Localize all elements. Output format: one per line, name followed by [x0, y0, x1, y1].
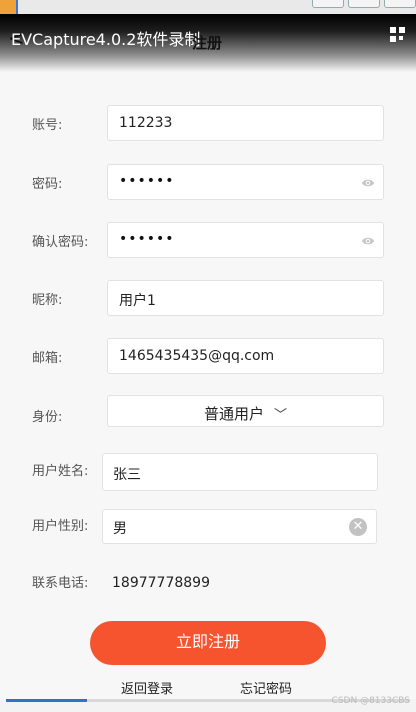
password-input[interactable]: ••••••	[107, 164, 384, 200]
back-to-login-link[interactable]: 返回登录	[121, 678, 173, 697]
user-name-row: 用户姓名: 张三	[0, 453, 416, 491]
email-input[interactable]: 1465435435@qq.com	[107, 338, 384, 374]
menu-grid-icon[interactable]	[390, 27, 406, 43]
nickname-row: 昵称: 用户1	[0, 280, 416, 316]
clear-icon[interactable]: ✕	[349, 518, 367, 536]
phone-value[interactable]: 18977778899	[112, 575, 210, 591]
recording-overlay-title: EVCapture4.0.2软件录制	[11, 30, 201, 49]
close-window-button[interactable]	[384, 0, 416, 8]
password-value: ••••••	[119, 173, 175, 189]
window-controls	[312, 0, 416, 8]
maximize-button[interactable]	[348, 0, 380, 8]
app-icon	[0, 0, 18, 14]
account-value: 112233	[119, 115, 173, 131]
watermark: CSDN @8133CBS	[331, 696, 410, 706]
gender-row: 用户性别: 男 ✕	[0, 509, 416, 545]
nickname-input[interactable]: 用户1	[107, 280, 384, 316]
identity-value: 普通用户	[203, 405, 264, 423]
user-name-input[interactable]: 张三	[102, 453, 378, 491]
confirm-password-row: 确认密码: ••••••	[0, 222, 416, 258]
nickname-label: 昵称:	[32, 293, 63, 308]
email-row: 邮箱: 1465435435@qq.com	[0, 338, 416, 374]
forgot-password-link[interactable]: 忘记密码	[240, 678, 292, 697]
confirm-password-label: 确认密码:	[32, 235, 89, 250]
confirm-password-input[interactable]: ••••••	[107, 222, 384, 258]
phone-row: 联系电话: 18977778899	[0, 565, 416, 601]
nickname-value: 用户1	[119, 293, 156, 309]
gender-label: 用户性别:	[32, 519, 89, 534]
account-label: 账号:	[32, 118, 63, 133]
user-name-value: 张三	[113, 467, 141, 483]
identity-row: 身份: 普通用户 ﹀	[0, 395, 416, 431]
password-label: 密码:	[32, 177, 63, 192]
window-chrome	[0, 0, 416, 14]
minimize-button[interactable]	[312, 0, 344, 8]
user-name-label: 用户姓名:	[32, 464, 89, 479]
progress-bar	[6, 699, 87, 702]
account-row: 账号: 112233	[0, 105, 416, 141]
gender-input[interactable]: 男 ✕	[102, 509, 377, 544]
email-value: 1465435435@qq.com	[119, 348, 275, 364]
email-label: 邮箱:	[32, 351, 63, 366]
nav-header: < EVCapture4.0.2软件录制 注册	[0, 14, 416, 72]
gender-value: 男	[113, 521, 127, 537]
page-title: 注册	[192, 34, 223, 52]
eye-icon[interactable]	[361, 176, 375, 190]
eye-icon[interactable]	[361, 234, 375, 248]
chevron-down-icon: ﹀	[274, 408, 288, 423]
register-button[interactable]: 立即注册	[90, 621, 326, 665]
identity-select[interactable]: 普通用户 ﹀	[107, 395, 384, 427]
bottom-links: 返回登录 忘记密码	[0, 678, 416, 697]
password-row: 密码: ••••••	[0, 164, 416, 200]
confirm-password-value: ••••••	[119, 231, 175, 247]
account-input[interactable]: 112233	[107, 105, 384, 141]
phone-label: 联系电话:	[32, 576, 89, 591]
identity-label: 身份:	[32, 410, 63, 425]
